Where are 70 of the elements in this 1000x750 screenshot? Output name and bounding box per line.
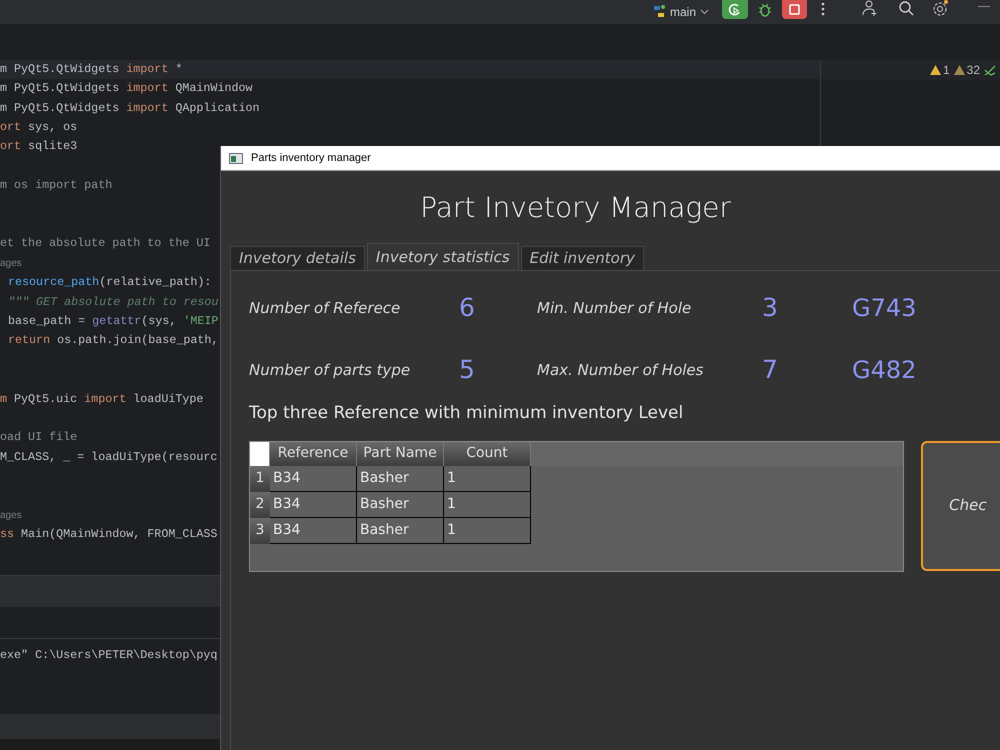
add-user-icon[interactable]: [862, 0, 879, 17]
column-header[interactable]: Count: [444, 442, 531, 466]
column-header[interactable]: Part Name: [357, 442, 444, 466]
check-icon: [984, 64, 996, 76]
stat-label: Max. Number of Holes: [537, 360, 704, 381]
minimize-icon[interactable]: [978, 6, 990, 8]
table-cell: B34: [270, 518, 357, 544]
app-heading: Part Invetory Manager: [420, 190, 731, 226]
stat-value: 5: [459, 354, 476, 386]
table-cell: 1: [444, 492, 531, 518]
table-cell: Basher: [357, 492, 444, 518]
stat-value: 7: [762, 354, 779, 386]
table-cell: 1: [444, 518, 531, 544]
table-cell: Basher: [357, 466, 444, 492]
row-header[interactable]: 1: [250, 466, 270, 492]
stop-button[interactable]: [782, 0, 807, 19]
stat-value: 3: [762, 292, 779, 324]
tab[interactable]: Invetory statistics: [366, 243, 519, 270]
problem-count[interactable]: 1: [942, 61, 950, 79]
corner-button[interactable]: [250, 442, 270, 466]
code-line: et the absolute path to the UI: [0, 235, 210, 252]
stat-label: Number of Referece: [249, 300, 402, 316]
stop-icon: [789, 4, 800, 15]
code-line: ss Main(QMainWindow, FROM_CLASS: [0, 526, 218, 544]
table-cell: B34: [270, 466, 357, 492]
rerun-icon: [728, 2, 742, 16]
code-line: m PyQt5.QtWidgets import QApplication: [0, 100, 260, 117]
code-line: m PyQt5.uic import loadUiType: [0, 390, 204, 408]
code-line: resource_path(relative_path):: [7, 274, 212, 292]
code-line: """ GET absolute path to resou: [7, 294, 218, 311]
settings-icon[interactable]: [932, 0, 949, 17]
problem-count[interactable]: 32: [966, 61, 980, 79]
check-button[interactable]: Chec: [921, 440, 1000, 570]
reference-value: G743: [852, 293, 916, 324]
more-icon[interactable]: [821, 2, 825, 16]
reference-value: G482: [852, 355, 916, 386]
code-line: M_CLASS, _ = loadUiType(resourc: [0, 448, 218, 466]
stat-label: Min. Number of Hole: [537, 298, 692, 319]
usages-hint[interactable]: ages: [0, 508, 22, 524]
code-line: m os import path: [0, 177, 112, 194]
search-icon[interactable]: [898, 0, 914, 16]
usages-hint[interactable]: ages: [0, 256, 22, 272]
python-icon: [652, 4, 666, 20]
code-line: oad UI file: [0, 429, 78, 446]
tab[interactable]: Invetory details: [230, 246, 365, 270]
warning-icon: [954, 65, 965, 75]
table-cell: B34: [270, 492, 357, 518]
warning-icon: [930, 65, 941, 75]
row-header[interactable]: 3: [250, 518, 270, 544]
run-button[interactable]: [722, 0, 748, 19]
row-header[interactable]: 2: [250, 492, 270, 518]
column-header[interactable]: Reference: [270, 442, 357, 466]
window-title: Parts inventory manager: [251, 150, 371, 166]
stat-value: 6: [459, 292, 476, 324]
branch-selector[interactable]: main: [670, 3, 696, 21]
chevron-icon[interactable]: [700, 9, 710, 15]
window-icon: [229, 152, 243, 164]
code-line: return os.path.join(base_path,: [7, 332, 218, 350]
stat-label: Number of parts type: [249, 362, 412, 378]
bug-icon[interactable]: [757, 2, 773, 18]
console-line: exe" C:\Users\PETER\Desktop\pyq: [0, 647, 218, 664]
code-line: base_path = getattr(sys, 'MEIP: [7, 313, 218, 330]
table-cell: Basher: [357, 518, 444, 544]
code-line: ort sys, os: [0, 119, 78, 136]
section-title: Top three Reference with minimum inventory Level: [249, 402, 684, 425]
code-line: m PyQt5.QtWidgets import QMainWindow: [0, 80, 253, 98]
code-line: ort sqlite3: [0, 138, 78, 156]
tab[interactable]: Edit inventory: [520, 246, 644, 270]
code-line: m PyQt5.QtWidgets import *: [0, 60, 182, 78]
table-cell: 1: [444, 466, 531, 492]
